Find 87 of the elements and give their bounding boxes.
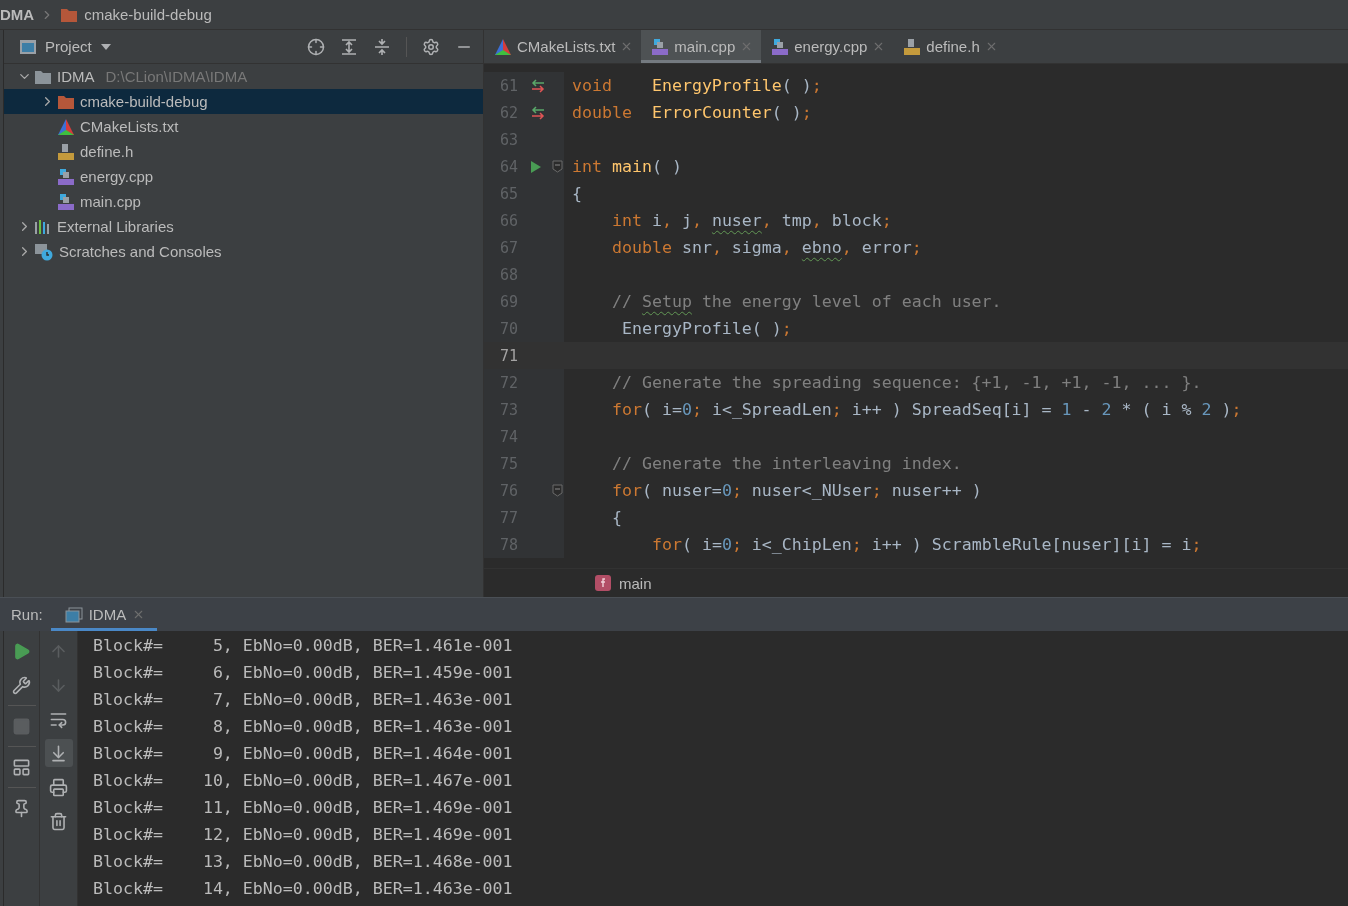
console-output-line: Block#= 14, EbNo=0.00dB, BER=1.463e-001 [93, 878, 514, 900]
settings-icon[interactable] [422, 37, 440, 56]
printer-icon [49, 777, 68, 797]
console-output-line: Block#= 7, EbNo=0.00dB, BER=1.463e-001 [93, 689, 514, 711]
code-line: // Generate the spreading sequence: {+1, -1, +1, -1, ... }. [610, 373, 1202, 392]
collapse-all-icon[interactable] [373, 37, 391, 56]
code-line: void EnergyProfile( ); [572, 76, 822, 95]
triangle-icon [494, 37, 512, 56]
folder-icon [34, 68, 52, 85]
console-icon [64, 606, 83, 623]
code-line: int i, j, nuser, tmp, block; [610, 211, 892, 230]
tree-item-label: CMakeLists.txt [80, 118, 179, 135]
tree-row[interactable]: IDMA D:\CLion\IDMA\IDMA [4, 64, 483, 89]
tree-row[interactable]: CMakeLists.txt [4, 114, 483, 139]
code-line: double ErrorCounter( ); [572, 103, 812, 122]
scroll-to-end-icon [49, 743, 68, 763]
code-line: { [610, 508, 622, 527]
console-output-line: Block#= 11, EbNo=0.00dB, BER=1.469e-001 [93, 797, 514, 819]
code-line: double snr, sigma, ebno, error; [610, 238, 922, 257]
tree-item-label: define.h [80, 143, 134, 160]
run-icon [12, 641, 31, 661]
tree-item-label: Scratches and Consoles [59, 243, 222, 260]
trash-icon [49, 811, 68, 831]
cpp-file-icon [771, 37, 790, 56]
cpp-file-icon [651, 37, 670, 56]
cpp-file-icon [57, 167, 75, 186]
line-number: 71 [498, 346, 518, 365]
project-view-dropdown[interactable]: Project [45, 38, 112, 55]
locate-icon[interactable] [307, 37, 325, 56]
fold-icon[interactable] [552, 484, 563, 497]
tree-item-label: main.cpp [80, 193, 141, 210]
run-tab[interactable]: IDMA [50, 598, 158, 631]
layout-icon [12, 757, 31, 777]
header-file-icon [57, 142, 75, 161]
tree-row[interactable]: cmake-build-debug [4, 89, 483, 114]
editor-tab[interactable]: main.cpp [641, 30, 762, 63]
tree-item-label: energy.cpp [80, 168, 154, 185]
tree-item-label: cmake-build-debug [80, 93, 208, 110]
code-line: // Generate the interleaving index. [610, 454, 962, 473]
code-line: { [572, 184, 582, 203]
code-line: for( nuser=0; nuser<_NUser; nuser++ ) [610, 481, 982, 500]
tree-row[interactable]: Scratches and Consoles [4, 239, 483, 264]
code-line: int main( ) [572, 157, 682, 176]
console-output-line: Block#= 10, EbNo=0.00dB, BER=1.467e-001 [93, 770, 514, 792]
tree-item-label: External Libraries [57, 218, 174, 235]
editor-tab[interactable]: define.h [893, 30, 1006, 63]
code-line: EnergyProfile( ); [620, 319, 792, 338]
swap-arrows-icon[interactable] [530, 105, 546, 120]
function-icon [595, 575, 611, 591]
console-output-line: Block#= 13, EbNo=0.00dB, BER=1.468e-001 [93, 851, 514, 873]
header-file-icon [903, 37, 922, 56]
tree-row[interactable]: main.cpp [4, 189, 483, 214]
folder-icon [60, 6, 79, 23]
library-bars-icon [34, 218, 52, 235]
breadcrumb-item[interactable]: DMA [0, 6, 35, 23]
tree-item-label: IDMA [57, 68, 95, 85]
window-icon [19, 38, 37, 55]
stop-icon [12, 716, 31, 736]
expand-all-icon[interactable] [340, 37, 358, 56]
console-output-line: Block#= 12, EbNo=0.00dB, BER=1.469e-001 [93, 824, 514, 846]
tree-row[interactable]: define.h [4, 139, 483, 164]
triangle-icon [57, 117, 75, 136]
breadcrumb-item[interactable]: cmake-build-debug [84, 6, 212, 23]
console-output-line: Block#= 5, EbNo=0.00dB, BER=1.461e-001 [93, 635, 514, 657]
console-output-line: Block#= 6, EbNo=0.00dB, BER=1.459e-001 [93, 662, 514, 684]
editor-tab[interactable]: CMakeLists.txt [484, 30, 642, 63]
tree-row[interactable]: External Libraries [4, 214, 483, 239]
code-line: for( i=0; i<_SpreadLen; i++ ) SpreadSeq[i] = 1 - 2 * ( i % 2 ); [610, 400, 1242, 419]
breadcrumb-item[interactable]: main [619, 574, 652, 592]
caret-icon [99, 42, 112, 51]
console-output-line: Block#= 8, EbNo=0.00dB, BER=1.463e-001 [93, 716, 514, 738]
clock-icon [34, 242, 54, 261]
code-line: for( i=0; i<_ChipLen; i++ ) ScrambleRule[nuser][i] = i; [650, 535, 1202, 554]
fold-icon[interactable] [552, 160, 563, 173]
pin-icon [12, 798, 31, 818]
run-label: Run: [11, 606, 43, 623]
wrench-icon [12, 675, 31, 695]
run-icon[interactable] [530, 159, 542, 174]
scroll-to-end-button[interactable] [44, 739, 73, 767]
folder-icon [57, 93, 75, 110]
cpp-file-icon [57, 192, 75, 211]
tree-row[interactable]: energy.cpp [4, 164, 483, 189]
folder-path: D:\CLion\IDMA\IDMA [105, 68, 248, 85]
console-output-line: Block#= 9, EbNo=0.00dB, BER=1.464e-001 [93, 743, 514, 765]
code-line: // Setup the energy level of each user. [610, 292, 1002, 311]
editor-tab[interactable]: energy.cpp [761, 30, 894, 63]
swap-arrows-icon[interactable] [530, 78, 546, 93]
